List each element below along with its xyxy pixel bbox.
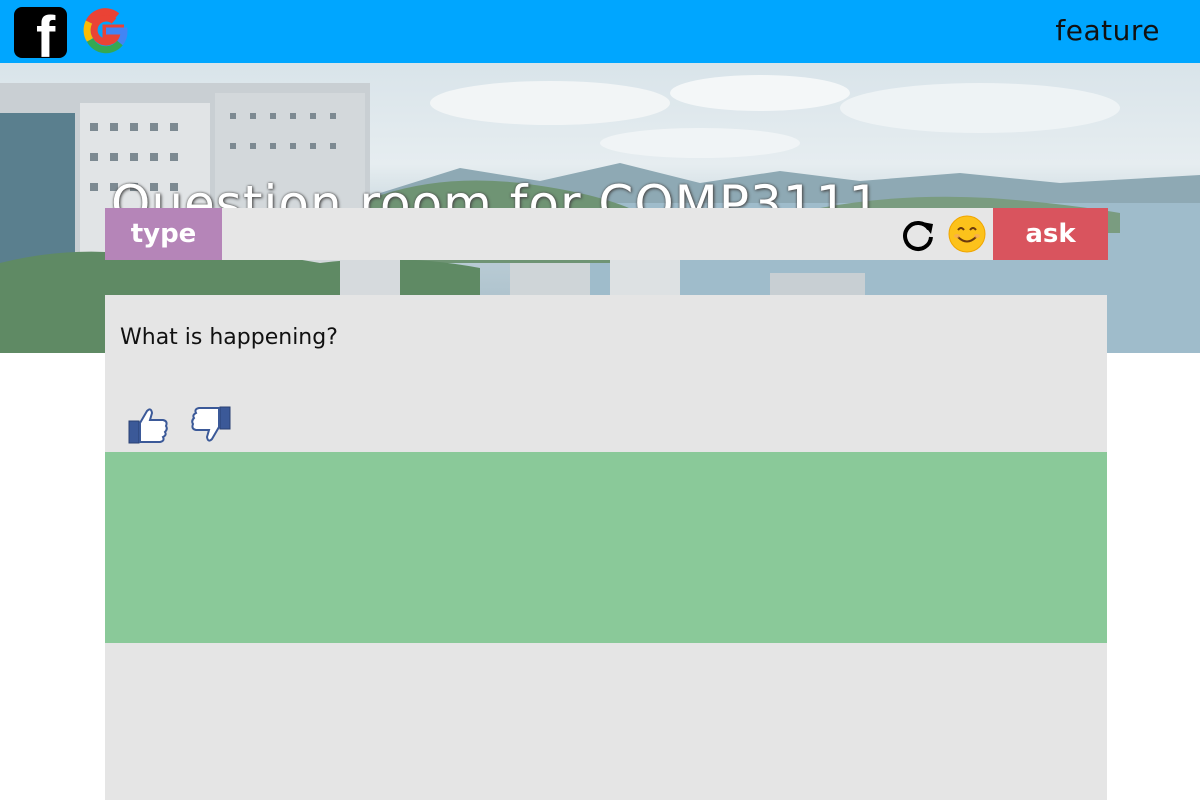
question-card-next (105, 643, 1107, 800)
feature-link[interactable]: feature (1055, 14, 1160, 47)
question-entry-bar: type ask (105, 208, 1108, 260)
ask-button[interactable]: ask (993, 208, 1108, 260)
thumbs-up-icon[interactable] (127, 405, 169, 445)
type-label: type (105, 208, 222, 260)
question-input[interactable] (222, 208, 892, 260)
smiley-emoji-icon[interactable] (948, 215, 986, 253)
answer-panel (105, 452, 1107, 643)
question-text: What is happening? (120, 325, 338, 350)
top-bar: f feature (0, 0, 1200, 63)
thumbs-down-icon[interactable] (190, 405, 232, 445)
facebook-icon[interactable]: f (14, 7, 67, 58)
refresh-icon[interactable] (900, 218, 936, 252)
google-icon[interactable] (80, 7, 132, 55)
question-card: What is happening? (105, 295, 1107, 452)
